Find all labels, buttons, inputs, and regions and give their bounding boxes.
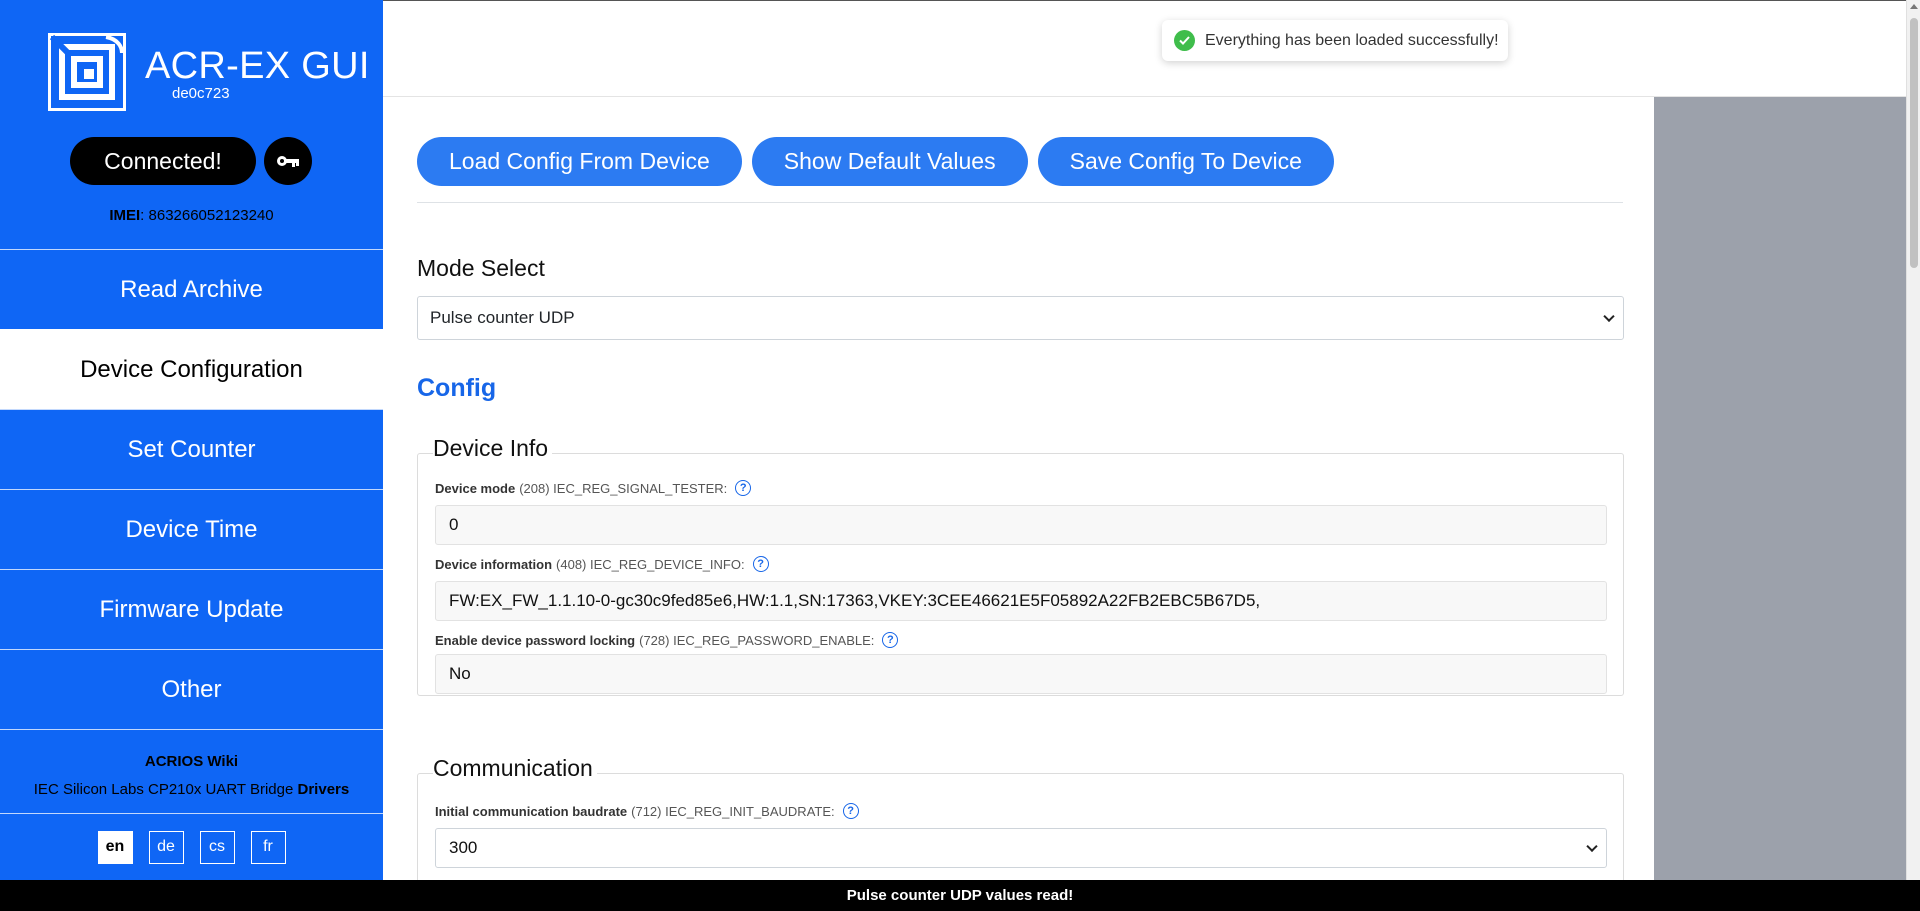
key-icon: [277, 156, 299, 167]
mode-select-label: Mode Select: [417, 255, 545, 281]
app-version: de0c723: [172, 85, 230, 102]
scroll-up-arrow-icon[interactable]: [1910, 4, 1918, 9]
sidebar-item-set-counter[interactable]: Set Counter: [0, 409, 383, 489]
help-icon[interactable]: ?: [752, 556, 769, 572]
acrios-wiki-link[interactable]: ACRIOS Wiki: [145, 753, 238, 770]
sidebar-item-device-configuration[interactable]: Device Configuration: [0, 329, 383, 409]
show-defaults-button[interactable]: Show Default Values: [751, 137, 1028, 186]
success-toast: Everything has been loaded successfully!: [1162, 20, 1508, 61]
lang-en-button[interactable]: en: [97, 830, 133, 864]
sidebar-item-firmware-update[interactable]: Firmware Update: [0, 569, 383, 649]
imei-display: IMEI: 863266052123240: [0, 207, 383, 224]
brand: ACR-EX GUI de0c723: [48, 33, 370, 111]
check-circle-icon: [1174, 30, 1195, 51]
device-info-legend: Device Info: [433, 435, 553, 462]
device-info-section: Device Info Device mode (208) IEC_REG_SI…: [417, 435, 1624, 696]
lang-cs-button[interactable]: cs: [199, 830, 235, 864]
acrios-logo-icon: [48, 33, 126, 111]
toast-message: Everything has been loaded successfully!: [1205, 31, 1499, 49]
help-icon[interactable]: ?: [842, 803, 859, 819]
sidebar-item-read-archive[interactable]: Read Archive: [0, 249, 383, 329]
sidebar-item-device-time[interactable]: Device Time: [0, 489, 383, 569]
sidebar-item-other[interactable]: Other: [0, 649, 383, 729]
main-content: Load Config From Device Show Default Val…: [383, 97, 1654, 880]
sidebar: ACR-EX GUI de0c723 Connected! IMEI: 8632…: [0, 0, 383, 880]
password-locking-label: Enable device password locking (728) IEC…: [435, 632, 899, 648]
status-bar: Pulse counter UDP values read!: [0, 880, 1920, 911]
scroll-thumb[interactable]: [1910, 18, 1918, 268]
drivers-text: IEC Silicon Labs CP210x UART Bridge: [33, 781, 298, 798]
init-baudrate-select[interactable]: 300: [435, 828, 1607, 868]
device-mode-field[interactable]: 0: [435, 505, 1607, 545]
mode-select-value: Pulse counter UDP: [430, 308, 575, 327]
language-switcher: en de cs fr: [0, 813, 383, 880]
init-baudrate-label: Initial communication baudrate (712) IEC…: [435, 803, 859, 819]
lang-de-button[interactable]: de: [148, 830, 184, 864]
sidebar-links: ACRIOS Wiki IEC Silicon Labs CP210x UART…: [0, 729, 383, 804]
imei-value: : 863266052123240: [140, 207, 274, 224]
chevron-down-icon: [1603, 310, 1615, 323]
app-title: ACR-EX GUI: [145, 45, 370, 87]
sidebar-nav: Read Archive Device Configuration Set Co…: [0, 249, 383, 729]
connected-button[interactable]: Connected!: [70, 137, 256, 185]
device-information-field[interactable]: FW:EX_FW_1.1.10-0-gc30c9fed85e6,HW:1.1,S…: [435, 581, 1607, 621]
help-icon[interactable]: ?: [882, 632, 899, 648]
connection-row: Connected!: [70, 137, 312, 185]
device-information-label: Device information (408) IEC_REG_DEVICE_…: [435, 556, 769, 572]
help-icon[interactable]: ?: [735, 480, 752, 496]
mode-select-dropdown[interactable]: Pulse counter UDP: [417, 296, 1624, 340]
imei-label: IMEI: [109, 207, 141, 224]
config-heading: Config: [417, 374, 497, 402]
page-scrollbar[interactable]: [1906, 0, 1920, 880]
divider: [417, 202, 1623, 203]
top-bar: Everything has been loaded successfully!: [383, 0, 1906, 97]
password-key-button[interactable]: [264, 137, 312, 185]
communication-legend: Communication: [433, 755, 597, 782]
status-message: Pulse counter UDP values read!: [846, 887, 1074, 904]
password-locking-field[interactable]: No: [435, 654, 1607, 694]
device-mode-label: Device mode (208) IEC_REG_SIGNAL_TESTER:…: [435, 480, 752, 496]
save-config-button[interactable]: Save Config To Device: [1037, 137, 1334, 186]
communication-section: Communication Initial communication baud…: [417, 755, 1624, 880]
right-gutter: [1654, 97, 1906, 880]
chevron-down-icon: [1586, 840, 1598, 853]
drivers-link[interactable]: Drivers: [298, 781, 350, 798]
init-baudrate-value: 300: [449, 838, 478, 857]
config-actions: Load Config From Device Show Default Val…: [417, 137, 1334, 186]
lang-fr-button[interactable]: fr: [250, 830, 286, 864]
load-config-button[interactable]: Load Config From Device: [417, 137, 742, 186]
